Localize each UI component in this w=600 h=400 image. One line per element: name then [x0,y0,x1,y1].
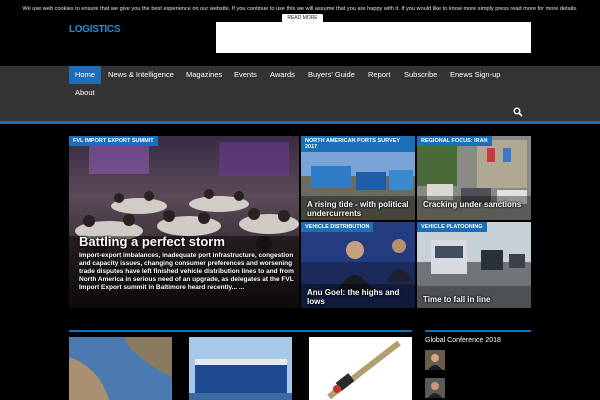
nav-subscribe[interactable]: Subscribe [398,66,443,84]
nav-magazines[interactable]: Magazines [180,66,228,84]
sidebar-title[interactable]: Global Conference 2018 [425,337,501,344]
nav-buyers-guide[interactable]: Buyers' Guide [302,66,361,84]
tile-category[interactable]: VEHICLE DISTRIBUTION [301,222,374,232]
tile-title[interactable]: Anu Goel: the highs and lows [307,288,411,306]
cookie-text: We use web cookies to ensure that we giv… [22,6,578,12]
tile-category[interactable]: NORTH AMERICAN PORTS SURVEY 2017 [301,136,415,152]
featured-title-overlay[interactable]: Battling a perfect storm [79,234,225,249]
nav-home[interactable]: Home [69,66,102,84]
tile-title[interactable]: Time to fall in line [423,295,527,304]
speaker-avatar[interactable] [425,378,445,398]
section-divider [69,330,412,332]
harbor-thumbnail[interactable] [69,337,172,400]
article-tile-iran[interactable]: REGIONAL FOCUS: IRAN Cracking under sanc… [417,136,531,220]
nav-enews-signup[interactable]: Enews Sign-up [444,66,506,84]
nav-report[interactable]: Report [362,66,397,84]
article-tile-ports[interactable]: NORTH AMERICAN PORTS SURVEY 2017 A risin… [301,136,415,220]
site-logo[interactable]: LOGISTICS [69,24,121,35]
speaker-avatar[interactable] [425,350,445,370]
nav-news[interactable]: News & Intelligence [102,66,180,84]
article-tile-platooning[interactable]: VEHICLE PLATOONING Time to fall in line [417,222,531,308]
main-nav: Home News & Intelligence Magazines Event… [0,66,600,122]
tile-category[interactable]: VEHICLE PLATOONING [417,222,487,232]
featured-category[interactable]: FVL IMPORT EXPORT SUMMIT [69,136,158,146]
nav-events[interactable]: Events [228,66,263,84]
nav-awards[interactable]: Awards [264,66,301,84]
nav-accent-line [0,121,600,124]
sidebar-divider [425,330,531,332]
tile-title[interactable]: A rising tide - with political undercurr… [307,200,411,218]
search-icon[interactable] [513,107,523,117]
nav-about[interactable]: About [69,84,101,102]
featured-excerpt: Import-export imbalances, inadequate por… [79,252,294,291]
tile-category[interactable]: REGIONAL FOCUS: IRAN [417,136,492,146]
ad-banner[interactable] [216,22,531,53]
device-thumbnail[interactable] [309,337,412,400]
tile-title[interactable]: Cracking under sanctions [423,200,527,209]
ship-thumbnail[interactable] [189,337,292,400]
article-tile-distribution[interactable]: VEHICLE DISTRIBUTION Anu Goel: the highs… [301,222,415,308]
